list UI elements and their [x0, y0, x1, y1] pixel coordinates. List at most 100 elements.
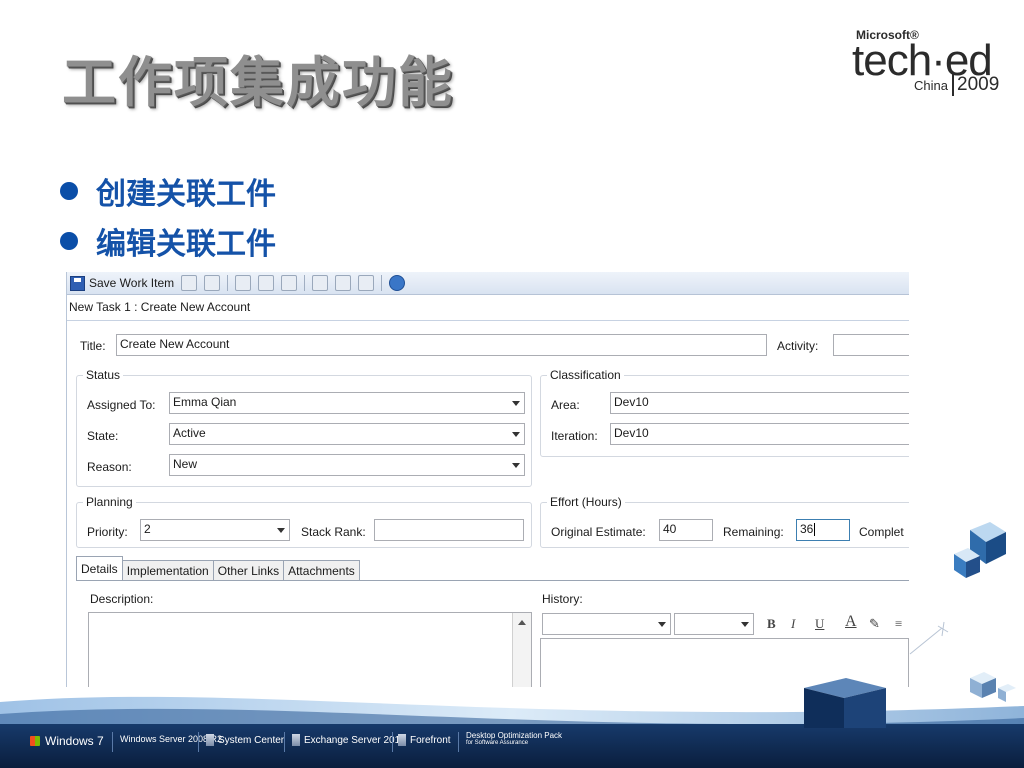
area-label: Area:	[551, 398, 580, 412]
tab-implementation[interactable]: Implementation	[121, 560, 214, 580]
tab-strip: Details Implementation Other Links Attac…	[76, 556, 360, 580]
toolbar: Save Work Item	[67, 272, 909, 295]
excel-icon[interactable]	[335, 275, 352, 291]
state-label: State:	[87, 429, 119, 443]
tab-other-links[interactable]: Other Links	[212, 560, 285, 580]
effort-legend: Effort (Hours)	[547, 495, 625, 509]
tab-attachments[interactable]: Attachments	[283, 560, 360, 580]
logo-year: 2009	[952, 74, 999, 96]
priority-label: Priority:	[87, 525, 128, 539]
toolbar-separator	[304, 275, 306, 291]
tab-details[interactable]: Details	[76, 556, 123, 580]
refresh-icon[interactable]	[181, 275, 198, 291]
title-label: Title:	[80, 339, 106, 353]
decorative-cubes-icon	[954, 522, 1006, 578]
reason-label: Reason:	[87, 460, 132, 474]
priority-select[interactable]: 2	[140, 519, 290, 541]
teched-logo: Microsoft® tech·ed China 2009	[852, 28, 1012, 98]
chevron-down-icon	[512, 432, 520, 437]
footer-system-center: System Center	[206, 734, 284, 746]
remaining-value: 36	[800, 522, 814, 536]
chevron-down-icon	[277, 528, 285, 533]
activity-label: Activity:	[777, 339, 819, 353]
bullets-icon[interactable]: ≡	[895, 616, 902, 632]
save-work-item-button[interactable]: Save Work Item	[67, 275, 175, 291]
toolbar-separator	[381, 275, 383, 291]
description-textarea[interactable]	[88, 612, 532, 687]
copy-icon[interactable]	[235, 275, 252, 291]
help-icon[interactable]	[389, 275, 406, 291]
footer-forefront: Forefront	[398, 734, 451, 746]
decorative-small-cubes-icon	[970, 672, 1016, 702]
footer-separator	[392, 732, 393, 752]
save-work-item-label: Save Work Item	[89, 276, 175, 290]
header-divider	[67, 320, 909, 321]
state-value: Active	[173, 426, 206, 440]
paste-icon[interactable]	[258, 275, 275, 291]
slide-title: 工作项集成功能	[62, 51, 454, 114]
decorative-box-icon	[804, 678, 886, 728]
footer-separator	[284, 732, 285, 752]
classification-legend: Classification	[547, 368, 624, 382]
history-label: History:	[542, 592, 583, 606]
planning-legend: Planning	[83, 495, 136, 509]
system-center-icon	[206, 734, 214, 746]
bullet-dot-icon	[60, 232, 78, 250]
remaining-label: Remaining:	[723, 525, 784, 539]
footer-separator	[112, 732, 113, 752]
completed-label: Complet	[859, 525, 904, 539]
bullet-dot-icon	[60, 182, 78, 200]
assigned-to-value: Emma Qian	[173, 395, 237, 409]
footer-separator	[198, 732, 199, 752]
dropdown-menu-icon[interactable]	[358, 275, 375, 291]
iteration-select[interactable]: Dev10	[610, 423, 909, 445]
bold-icon[interactable]: B	[767, 616, 776, 632]
history-font-select[interactable]	[542, 613, 671, 635]
bullet-text: 创建关联工件	[96, 177, 276, 212]
chevron-down-icon	[512, 401, 520, 406]
scroll-up-icon	[518, 620, 526, 625]
history-size-select[interactable]	[674, 613, 754, 635]
title-input[interactable]: Create New Account	[116, 334, 767, 356]
remaining-input[interactable]: 36	[796, 519, 850, 541]
iteration-label: Iteration:	[551, 429, 598, 443]
decorative-sparkle-icon	[909, 621, 949, 655]
footer-mdop: Desktop Optimization Pack for Software A…	[466, 731, 563, 746]
bullet-item: 编辑关联工件	[60, 216, 276, 266]
text-caret	[814, 523, 816, 537]
state-select[interactable]: Active	[169, 423, 525, 445]
work-item-form: Save Work Item New Task 1 : Create New A…	[66, 272, 909, 687]
font-color-icon[interactable]: A	[845, 613, 857, 631]
bullet-list: 创建关联工件 编辑关联工件	[60, 166, 276, 266]
chevron-down-icon	[658, 622, 666, 627]
original-estimate-label: Original Estimate:	[551, 525, 646, 539]
windows-flag-icon	[30, 736, 40, 746]
chevron-down-icon	[512, 463, 520, 468]
stack-rank-input[interactable]	[374, 519, 524, 541]
floppy-disk-icon	[70, 275, 85, 291]
forefront-icon	[398, 734, 406, 746]
stack-rank-label: Stack Rank:	[301, 525, 366, 539]
description-label: Description:	[90, 592, 154, 606]
reason-value: New	[173, 457, 198, 471]
area-select[interactable]: Dev10	[610, 392, 909, 414]
priority-value: 2	[144, 522, 151, 536]
activity-input[interactable]	[833, 334, 909, 356]
assigned-to-label: Assigned To:	[87, 398, 156, 412]
footer-windows7: Windows 7	[30, 734, 104, 748]
undo-icon[interactable]	[204, 275, 221, 291]
tab-divider	[76, 580, 909, 581]
underline-icon[interactable]: U	[815, 616, 824, 632]
italic-icon[interactable]: I	[791, 616, 795, 632]
assigned-to-select[interactable]: Emma Qian	[169, 392, 525, 414]
description-scrollbar[interactable]	[512, 613, 531, 687]
bullet-text: 编辑关联工件	[96, 227, 276, 262]
new-linked-item-icon[interactable]	[281, 275, 298, 291]
reason-select[interactable]: New	[169, 454, 525, 476]
original-estimate-input[interactable]: 40	[659, 519, 713, 541]
highlight-icon[interactable]: ✎	[869, 616, 880, 632]
status-legend: Status	[83, 368, 124, 382]
exchange-icon	[292, 734, 300, 746]
toolbar-separator	[227, 275, 229, 291]
close-item-icon[interactable]	[312, 275, 329, 291]
